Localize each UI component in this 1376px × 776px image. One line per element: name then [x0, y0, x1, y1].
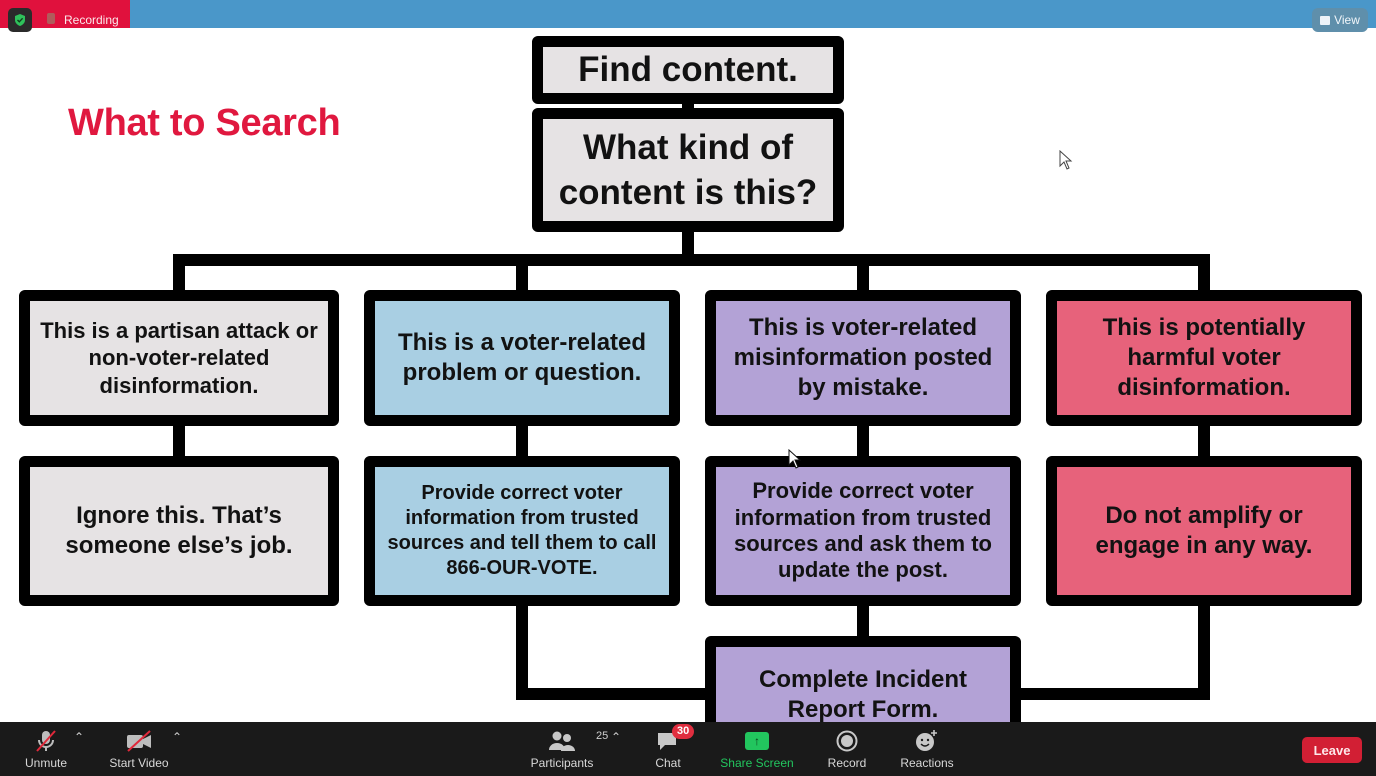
node-find-content-text: Find content.: [578, 50, 798, 90]
connector-col2-bottom: [516, 600, 528, 698]
connector-col1-down: [173, 254, 185, 294]
unmute-label: Unmute: [24, 756, 68, 770]
audio-options-caret[interactable]: ⌃: [74, 730, 84, 744]
participants-label: Participants: [530, 756, 594, 770]
participants-options-caret[interactable]: ⌃: [611, 730, 621, 744]
mouse-cursor-icon: [788, 449, 802, 469]
action-text: Provide correct voter information from t…: [387, 482, 657, 579]
connector-col4-bottom: [1198, 600, 1210, 698]
connector-col2-to-final: [516, 688, 716, 700]
meeting-top-bar: [0, 0, 1376, 28]
reactions-label: Reactions: [900, 756, 954, 770]
chat-button[interactable]: 30 Chat: [652, 722, 695, 776]
node-question-text: What kind of content is this?: [558, 127, 818, 213]
action-text: Ignore this. That’s someone else’s job.: [65, 502, 293, 559]
connector-col3-down: [857, 254, 869, 294]
reactions-smiley-icon: [916, 730, 937, 751]
share-screen-label: Share Screen: [720, 756, 794, 770]
chat-unread-badge: 30: [672, 724, 695, 739]
category-text: This is a voter-related problem or quest…: [397, 329, 647, 386]
connector-col4-to-final: [1010, 688, 1210, 700]
participants-button[interactable]: 25 Participants: [530, 722, 609, 776]
view-grid-icon: [1320, 15, 1331, 25]
share-screen-icon: ↑: [745, 732, 769, 750]
node-category-voter-question: This is a voter-related problem or quest…: [364, 290, 680, 426]
security-shield-icon[interactable]: [8, 8, 32, 32]
record-label: Record: [827, 756, 867, 770]
final-text: Complete Incident Report Form.: [758, 666, 968, 723]
node-find-content: Find content.: [532, 36, 844, 104]
node-category-misinformation: This is voter-related misinformation pos…: [705, 290, 1021, 426]
slide-title: What to Search: [68, 102, 341, 144]
view-label: View: [1334, 13, 1360, 27]
participants-icon: [549, 731, 575, 751]
participants-count: 25: [596, 730, 609, 742]
connector-col4-down: [1198, 254, 1210, 294]
node-action-ignore: Ignore this. That’s someone else’s job.: [19, 456, 339, 606]
reactions-button[interactable]: Reactions: [900, 722, 954, 776]
leave-button[interactable]: Leave: [1302, 737, 1362, 763]
category-text: This is a partisan attack or non-voter-r…: [40, 317, 318, 398]
video-options-caret[interactable]: ⌃: [172, 730, 182, 744]
mouse-cursor-icon: [1059, 150, 1073, 170]
node-category-partisan: This is a partisan attack or non-voter-r…: [19, 290, 339, 426]
recording-label: Recording: [64, 13, 119, 27]
node-action-ask-update: Provide correct voter information from t…: [705, 456, 1021, 606]
microphone-muted-icon: [36, 730, 56, 752]
connector-horizontal-top: [173, 254, 1210, 266]
record-button[interactable]: Record: [826, 722, 868, 776]
recording-icon: [47, 13, 55, 24]
chat-label: Chat: [655, 756, 681, 770]
category-text: This is voter-related misinformation pos…: [733, 314, 993, 401]
start-video-button[interactable]: Start Video: [108, 722, 170, 776]
node-action-do-not-amplify: Do not amplify or engage in any way.: [1046, 456, 1362, 606]
record-icon: [836, 730, 858, 752]
node-question: What kind of content is this?: [532, 108, 844, 232]
node-action-call-hotline: Provide correct voter information from t…: [364, 456, 680, 606]
view-button[interactable]: View: [1312, 8, 1368, 32]
start-video-label: Start Video: [109, 756, 169, 770]
video-camera-off-icon: [127, 730, 151, 752]
share-screen-button[interactable]: ↑ Share Screen: [720, 722, 794, 776]
action-text: Provide correct voter information from t…: [734, 478, 992, 583]
node-category-disinformation: This is potentially harmful voter disinf…: [1046, 290, 1362, 426]
category-text: This is potentially harmful voter disinf…: [1102, 314, 1306, 401]
action-text: Do not amplify or engage in any way.: [1095, 502, 1313, 559]
unmute-button[interactable]: Unmute: [22, 722, 70, 776]
connector-col2-down: [516, 254, 528, 294]
